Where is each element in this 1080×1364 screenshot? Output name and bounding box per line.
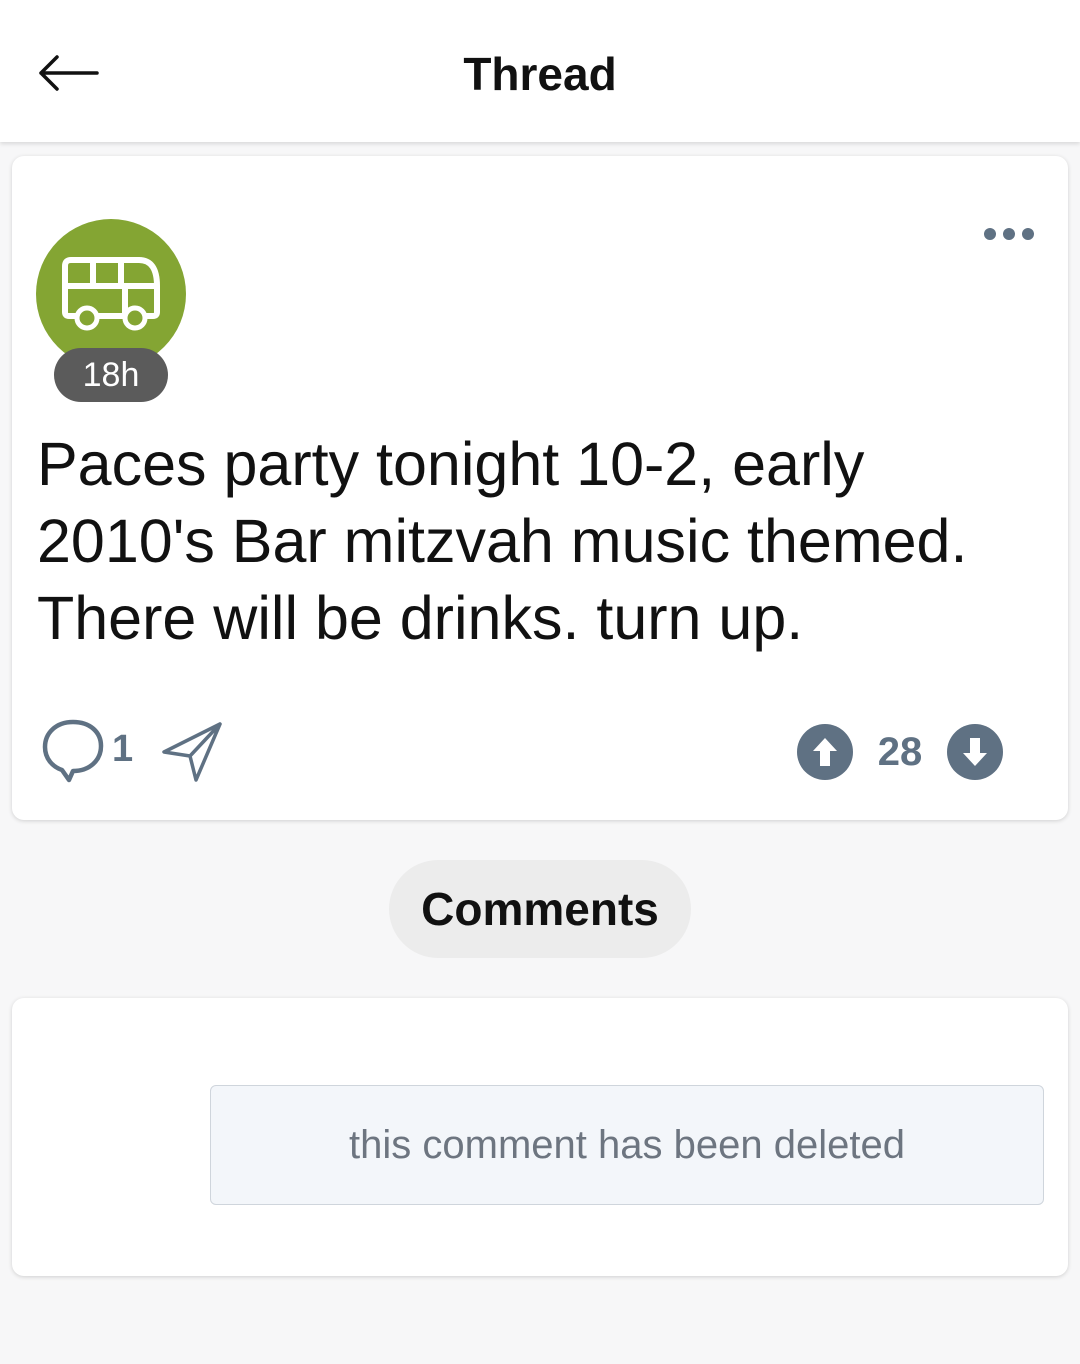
avatar[interactable] [36, 219, 186, 369]
post-actions: 1 28 [12, 716, 1068, 786]
comment-bubble-icon [42, 719, 104, 783]
send-icon [162, 722, 222, 782]
timestamp-badge: 18h [54, 348, 168, 402]
more-dots-icon [1003, 228, 1015, 240]
more-dots-icon [984, 228, 996, 240]
more-dots-icon [1022, 228, 1034, 240]
comments-tab[interactable]: Comments [389, 860, 691, 958]
share-button[interactable] [160, 718, 226, 784]
arrow-down-icon [963, 738, 987, 766]
post-text: Paces party tonight 10-2, early 2010's B… [37, 430, 968, 652]
comment-card: this comment has been deleted [12, 998, 1068, 1276]
more-options-button[interactable] [974, 214, 1044, 254]
vote-count: 28 [877, 730, 923, 774]
bus-icon [62, 257, 160, 331]
page-title: Thread [463, 48, 617, 100]
arrow-up-icon [813, 738, 837, 766]
comment-button[interactable] [40, 716, 106, 786]
header: Thread [0, 0, 1080, 142]
deleted-comment: this comment has been deleted [210, 1085, 1044, 1205]
comment-count: 1 [112, 728, 134, 770]
upvote-button[interactable] [797, 724, 853, 780]
downvote-button[interactable] [947, 724, 1003, 780]
post-card: 18h Paces party tonight 10-2, early 2010… [12, 156, 1068, 820]
